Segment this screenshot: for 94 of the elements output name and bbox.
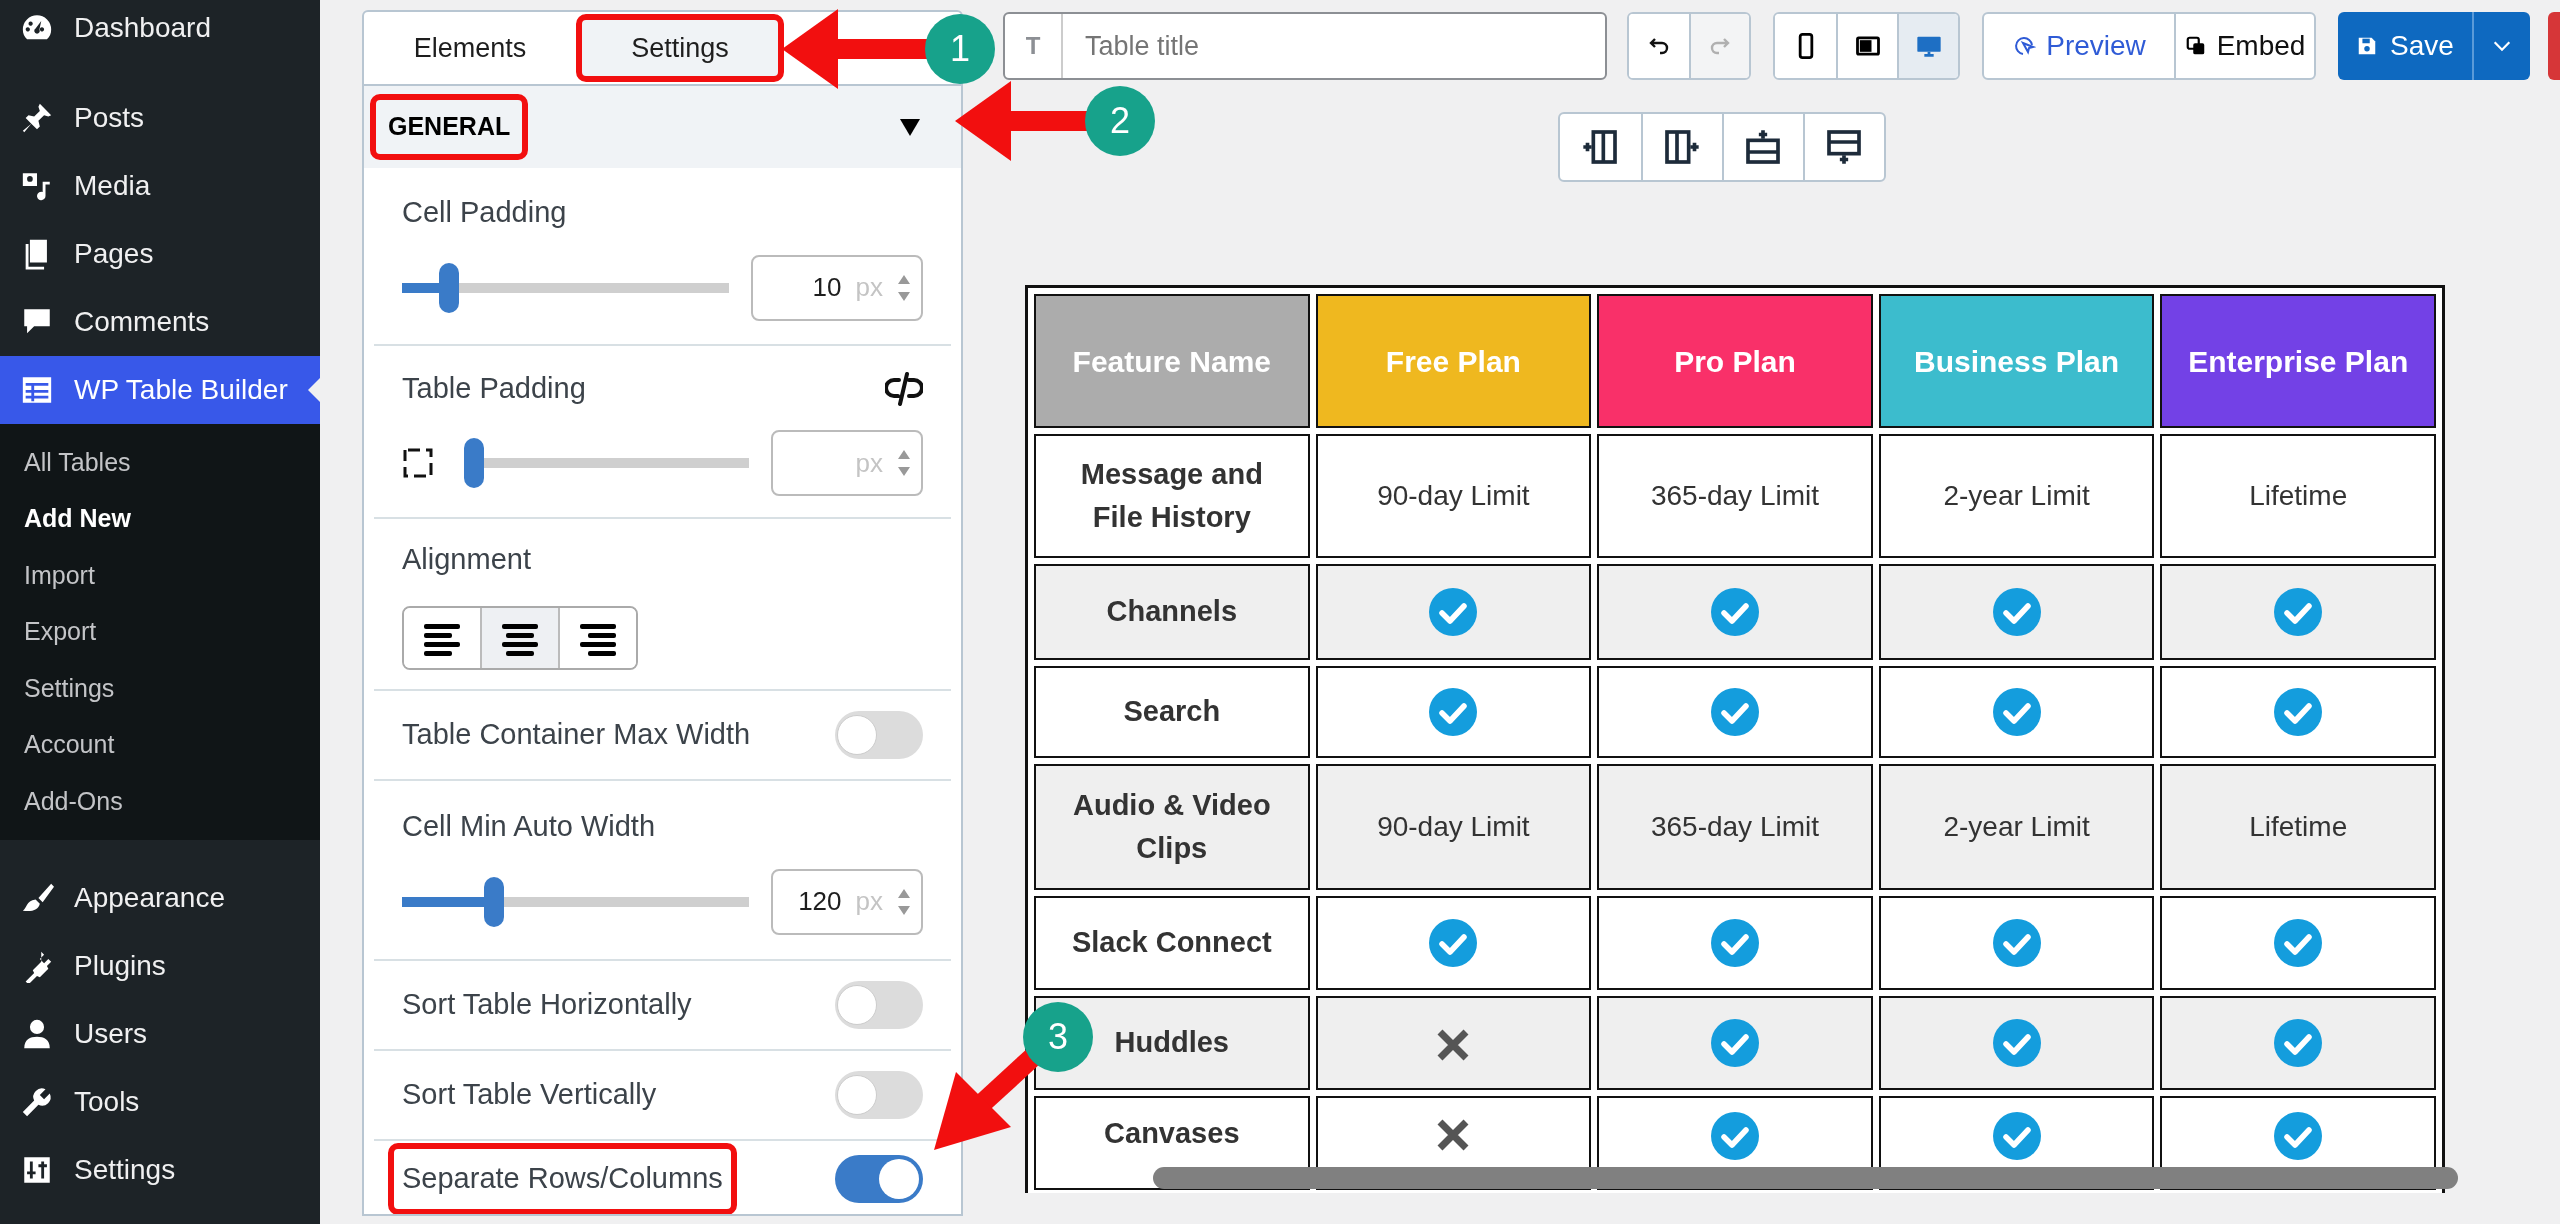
- check-icon: [1992, 1019, 2041, 1067]
- setting-label: Sort Table Horizontally: [402, 987, 692, 1023]
- check-icon: [1992, 688, 2041, 736]
- setting-label: Table Container Max Width: [402, 717, 751, 753]
- submenu-item[interactable]: Add New: [0, 490, 320, 547]
- align-button[interactable]: [480, 607, 558, 668]
- sidebar-item[interactable]: Appearance: [0, 863, 320, 932]
- header-cell: Free Plan: [1315, 294, 1592, 428]
- sidebar-item[interactable]: Tools: [0, 1067, 320, 1136]
- check-icon: [1992, 919, 2041, 967]
- setting-label: Alignment: [402, 542, 532, 578]
- sidebar-item[interactable]: Media: [0, 152, 320, 220]
- number-field[interactable]: 10 px: [751, 254, 923, 321]
- header-cell: Business Plan: [1878, 294, 2155, 428]
- check-icon: [1429, 688, 1478, 736]
- number-field[interactable]: 120 px: [771, 868, 923, 935]
- setting-label: Cell Padding: [402, 195, 567, 231]
- slider-thumb[interactable]: [483, 876, 504, 927]
- check-icon: [1429, 919, 1478, 967]
- undo-icon: [1648, 36, 1670, 56]
- setting-label: Cell Min Auto Width: [402, 809, 656, 845]
- setting-label: Table Padding: [402, 370, 586, 406]
- table-cell: 365-day Limit: [1597, 764, 1873, 890]
- submenu-item[interactable]: Settings: [0, 660, 320, 717]
- sidebar-item[interactable]: Posts: [0, 84, 320, 152]
- table-cell: 2-year Limit: [1878, 764, 2155, 890]
- check-icon: [2274, 1019, 2323, 1067]
- check-icon: [2274, 1112, 2323, 1160]
- copy-icon: [2184, 35, 2207, 57]
- sidebar-item[interactable]: Users: [0, 999, 320, 1068]
- check-icon: [1711, 588, 1759, 636]
- slider-thumb[interactable]: [438, 262, 459, 313]
- submenu-item[interactable]: Export: [0, 603, 320, 660]
- table-cell: 90-day Limit: [1315, 764, 1592, 890]
- table-cell: Channels: [1034, 564, 1310, 660]
- header-cell: Feature Name: [1034, 294, 1310, 428]
- table-cell: 90-day Limit: [1315, 434, 1592, 558]
- sidebar-item[interactable]: Dashboard: [0, 0, 320, 62]
- check-icon: [1711, 1112, 1759, 1160]
- table-cell: Slack Connect: [1034, 896, 1310, 990]
- submenu-item[interactable]: Account: [0, 716, 320, 773]
- check-icon: [1711, 688, 1759, 736]
- sidebar-item[interactable]: Pages: [0, 220, 320, 288]
- table-cell: Search: [1034, 666, 1310, 758]
- embed-button[interactable]: Embed: [2174, 14, 2314, 78]
- menu-pointer: [308, 378, 320, 402]
- insert-column-left-icon: [1580, 127, 1620, 167]
- redo-icon: [1709, 36, 1731, 56]
- insert-column-right-icon: [1662, 127, 1702, 167]
- slider-track[interactable]: [402, 876, 749, 927]
- pin-icon: [20, 101, 54, 135]
- slider-track[interactable]: [464, 438, 749, 489]
- unlink-icon[interactable]: [885, 371, 923, 406]
- setting-label: Sort Table Vertically: [402, 1077, 657, 1113]
- table-cell: Message and File History: [1034, 434, 1310, 558]
- toggle-switch[interactable]: [835, 1071, 923, 1119]
- sidebar-item[interactable]: Settings: [0, 1135, 320, 1204]
- section-header[interactable]: GENERAL: [364, 86, 961, 168]
- slider-track[interactable]: [402, 262, 729, 313]
- submenu-item[interactable]: Add-Ons: [0, 773, 320, 830]
- insert-row-below-icon: [1824, 127, 1864, 167]
- toggle-switch[interactable]: [835, 711, 923, 759]
- text-prefix: T: [1005, 14, 1063, 78]
- table-cell: Lifetime: [2160, 764, 2436, 890]
- cursor-icon: [2012, 34, 2037, 58]
- sidebar-item[interactable]: Plugins: [0, 931, 320, 1000]
- toggle-switch[interactable]: [835, 981, 923, 1029]
- check-icon: [2274, 588, 2323, 636]
- check-icon: [2274, 688, 2323, 736]
- sidebar-item[interactable]: Comments: [0, 288, 320, 356]
- table-cell: Lifetime: [2160, 434, 2436, 558]
- step-badge: 2: [1085, 86, 1155, 156]
- check-icon: [1711, 1019, 1759, 1067]
- check-icon: [1429, 588, 1478, 636]
- submenu-item[interactable]: All Tables: [0, 434, 320, 491]
- check-icon: [1992, 1112, 2041, 1160]
- table-cell: 365-day Limit: [1597, 434, 1873, 558]
- header-cell: Pro Plan: [1597, 294, 1873, 428]
- toggle-switch[interactable]: [835, 1155, 923, 1203]
- title-input[interactable]: Table title: [1063, 14, 1605, 78]
- align-button[interactable]: [558, 607, 636, 668]
- preview-button[interactable]: Preview: [1984, 14, 2174, 78]
- header-cell: Enterprise Plan: [2160, 294, 2436, 428]
- insert-row-above-icon: [1743, 127, 1783, 167]
- sidebar-item[interactable]: WP Table Builder: [0, 356, 320, 424]
- check-icon: [2274, 919, 2323, 967]
- table-cell: 2-year Limit: [1878, 434, 2155, 558]
- scrollbar-thumb[interactable]: [1153, 1167, 2458, 1189]
- padding-icon: [402, 447, 434, 480]
- slider-thumb[interactable]: [464, 438, 484, 489]
- table-cell: Audio & Video Clips: [1034, 764, 1310, 890]
- check-icon: [1711, 919, 1759, 967]
- check-icon: [1992, 588, 2041, 636]
- submenu-item[interactable]: Import: [0, 547, 320, 604]
